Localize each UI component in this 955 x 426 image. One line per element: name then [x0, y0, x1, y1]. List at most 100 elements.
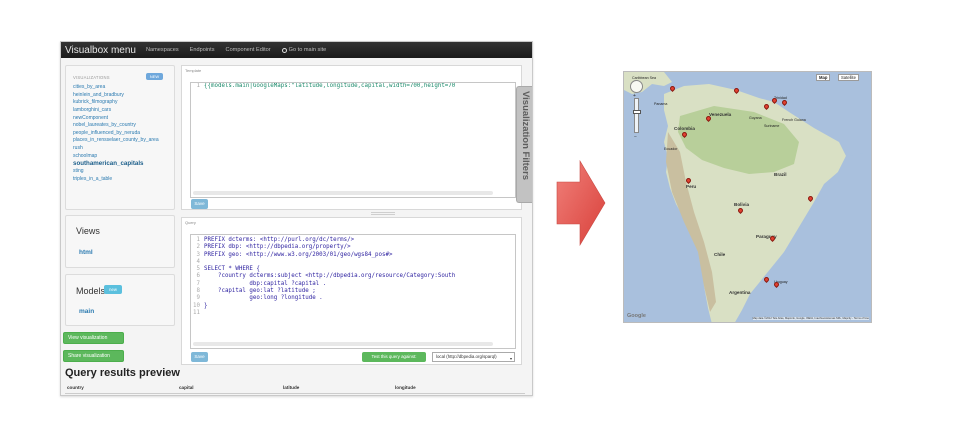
- nav-namespaces[interactable]: Namespaces: [146, 47, 179, 53]
- view-visualization-button[interactable]: View visualization: [63, 332, 124, 344]
- query-results-preview-title: Query results preview: [65, 367, 180, 379]
- line-number: 1: [196, 237, 201, 243]
- query-horizontal-scrollbar[interactable]: [193, 342, 493, 346]
- zoom-out-icon[interactable]: −: [634, 134, 637, 140]
- code-line: 4: [191, 259, 515, 266]
- query-code-editor[interactable]: 1 PREFIX dcterms: <http://purl.org/dc/ter…: [190, 234, 516, 349]
- endpoint-select-value: local (http://dbpedia.org/sparql): [436, 354, 497, 359]
- code-line: 5 SELECT * WHERE {: [191, 266, 515, 273]
- place-label: Argentina: [729, 290, 751, 295]
- top-navbar: Visualbox menu Namespaces Endpoints Comp…: [61, 42, 532, 58]
- code-text: }: [204, 302, 208, 309]
- code-text: dbp:capital ?capital .: [204, 280, 327, 287]
- visualization-item[interactable]: heinlein_and_bradbury: [73, 92, 173, 100]
- test-query-button[interactable]: Test this query against:: [362, 352, 426, 362]
- home-icon: [281, 47, 287, 53]
- share-visualization-button[interactable]: Share visualization: [63, 350, 124, 362]
- code-line: 1 PREFIX dcterms: <http://purl.org/dc/ter…: [191, 237, 515, 244]
- visualization-item-active[interactable]: southamerican_capitals: [73, 160, 173, 168]
- screenshot-composite: Visualbox menu Namespaces Endpoints Comp…: [0, 0, 955, 426]
- visualization-item[interactable]: places_in_rensselaer_county_by_area: [73, 137, 173, 145]
- visualizations-header: VISUALIZATIONS: [73, 75, 110, 80]
- code-line: 7 dbp:capital ?capital .: [191, 281, 515, 288]
- code-text: PREFIX geo: <http://www.w3.org/2003/01/g…: [204, 251, 393, 258]
- preview-divider: [65, 393, 525, 394]
- code-line: 9 geo:long ?longitude .: [191, 295, 515, 302]
- place-label: French Guiana: [782, 118, 806, 122]
- map-zoom-slider[interactable]: [633, 98, 641, 133]
- visualization-item[interactable]: lamborghini_cars: [73, 107, 173, 115]
- place-label: Bolivia: [734, 202, 750, 207]
- query-editor-panel: Query 1 PREFIX dcterms: <http://purl.org/…: [181, 217, 522, 365]
- code-line: 11: [191, 310, 515, 317]
- visualization-item[interactable]: cities_by_area: [73, 84, 173, 92]
- visualization-filters-label: Visualization Filters: [520, 91, 531, 181]
- visualization-item[interactable]: triples_in_a_table: [73, 176, 173, 184]
- template-editor-panel: Template 1 {{models.main|GoogleMaps:"lat…: [181, 65, 522, 210]
- map-type-satellite-button[interactable]: Satellite: [838, 74, 859, 81]
- column-header-longitude: longitude: [395, 385, 416, 390]
- line-number: 9: [196, 295, 201, 302]
- place-label: Caribbean Sea: [632, 76, 656, 80]
- template-code-editor[interactable]: 1 {{models.main|GoogleMaps:"latitude,lon…: [190, 82, 516, 198]
- visualization-list: cities_by_area heinlein_and_bradbury kub…: [73, 84, 173, 183]
- model-item-main[interactable]: main: [79, 308, 94, 315]
- code-text: PREFIX dbp: <http://dbpedia.org/property…: [204, 244, 351, 251]
- zoom-slider-knob[interactable]: [633, 110, 641, 114]
- nav-endpoints[interactable]: Endpoints: [190, 47, 215, 53]
- code-line: 10}: [191, 303, 515, 310]
- place-label: Guyana: [749, 116, 762, 120]
- code-text: PREFIX dcterms: <http://purl.org/dc/term…: [204, 237, 355, 243]
- visualization-item[interactable]: sting: [73, 168, 173, 176]
- code-text: geo:long ?longitude .: [204, 295, 323, 302]
- visualization-item[interactable]: rush: [73, 145, 173, 153]
- code-text: {{models.main|GoogleMaps:"latitude,longi…: [204, 83, 456, 89]
- google-logo: Google: [627, 313, 646, 319]
- chevron-down-icon: ▾: [509, 356, 512, 361]
- map-pan-control[interactable]: [630, 80, 643, 93]
- column-header-latitude: latitude: [283, 385, 300, 390]
- place-label: Brazil: [774, 172, 787, 177]
- nav-main-site[interactable]: Go to main site: [281, 47, 327, 53]
- visualization-item[interactable]: nobel_laureates_by_country: [73, 122, 173, 130]
- google-map[interactable]: Map Satellite + − Caribbean Sea Trinidad…: [623, 71, 872, 323]
- models-title: Models: [76, 286, 106, 296]
- visualization-item[interactable]: people_influenced_by_neruda: [73, 130, 173, 138]
- visualbox-window: Visualbox menu Namespaces Endpoints Comp…: [60, 41, 533, 396]
- template-horizontal-scrollbar[interactable]: [193, 191, 493, 195]
- code-text: ?country dcterms:subject <http://dbpedia…: [204, 273, 456, 280]
- place-label: Suriname: [764, 124, 780, 128]
- map-copyright[interactable]: Map data ©2012 Tele Atlas, MapLink, Goog…: [752, 317, 869, 320]
- template-save-button[interactable]: Save: [191, 199, 208, 209]
- place-label: Panama: [654, 102, 668, 106]
- brand-menu[interactable]: Visualbox menu: [65, 45, 136, 56]
- place-label: Venezuela: [709, 112, 732, 117]
- line-number: 11: [193, 309, 200, 316]
- right-arrow-icon: [556, 160, 606, 246]
- new-model-button[interactable]: new: [104, 285, 122, 294]
- place-label: Peru: [686, 184, 697, 189]
- view-item-html[interactable]: html: [79, 249, 93, 256]
- visualization-filters-tab[interactable]: Visualization Filters: [516, 86, 532, 203]
- query-save-button[interactable]: Save: [191, 352, 208, 362]
- views-title: Views: [76, 226, 100, 236]
- map-landmass: [624, 72, 871, 322]
- nav-component-editor[interactable]: Component Editor: [226, 47, 271, 53]
- place-label: Ecuador: [664, 147, 678, 151]
- visualization-item[interactable]: newComponent: [73, 115, 173, 123]
- nav-main-site-label: Go to main site: [288, 47, 327, 53]
- code-line: 1 {{models.main|GoogleMaps:"latitude,lon…: [191, 83, 515, 90]
- visualization-item[interactable]: kubrick_filmography: [73, 99, 173, 107]
- endpoint-select[interactable]: local (http://dbpedia.org/sparql) ▾: [432, 352, 515, 362]
- line-number: 3: [196, 251, 201, 258]
- new-visualization-button[interactable]: NEW: [146, 73, 163, 80]
- place-label: Chile: [714, 252, 726, 257]
- code-line: 8 ?capital geo:lat ?latitude ;: [191, 288, 515, 295]
- code-line: 2 PREFIX dbp: <http://dbpedia.org/propert…: [191, 244, 515, 251]
- code-text: SELECT * WHERE {: [204, 266, 260, 273]
- map-type-map-button[interactable]: Map: [816, 74, 831, 81]
- query-label: Query: [185, 220, 196, 225]
- line-number: 7: [196, 280, 201, 287]
- visualization-item[interactable]: schoolmap: [73, 153, 173, 161]
- panel-splitter-handle[interactable]: [371, 212, 395, 215]
